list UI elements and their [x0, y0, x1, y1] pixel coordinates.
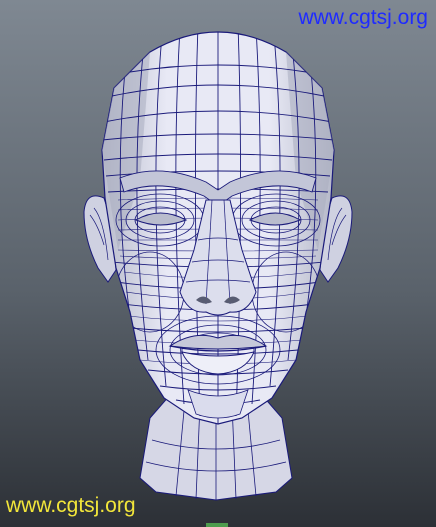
head-mesh[interactable] [83, 24, 353, 501]
watermark-bottom-left: www.cgtsj.org [6, 494, 136, 517]
watermark-top-right: www.cgtsj.org [298, 6, 428, 29]
status-indicator [206, 523, 228, 527]
3d-viewport[interactable] [0, 0, 436, 527]
